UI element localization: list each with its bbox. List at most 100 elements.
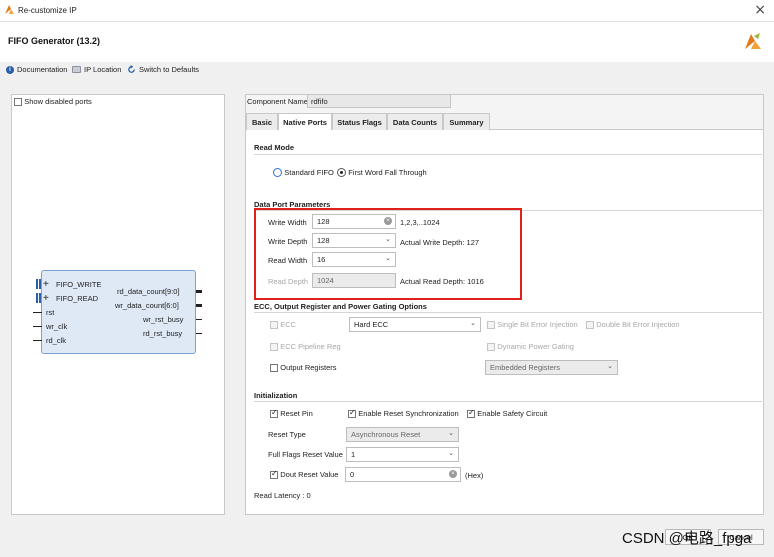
divider [254,154,762,155]
full-flags-select[interactable]: 1 ⌄ [346,447,459,462]
checkbox[interactable] [467,408,475,418]
standard-fifo-label: Standard FIFO [284,168,334,177]
documentation-label: Documentation [17,65,68,74]
annotation-highlight-box [254,208,522,300]
ecc-label: ECC [280,320,297,329]
watermark: CSDN @电路_fpga [622,530,752,547]
checkbox [487,320,495,329]
single-bit-label: Single Bit Error Injection [497,320,578,329]
fwft-radio[interactable]: First Word Fall Through [337,168,427,178]
close-icon[interactable]: × [754,2,766,18]
tab-native-ports[interactable]: Native Ports [278,113,332,131]
checkbox [270,342,278,351]
port-rd-clk[interactable]: rd_clk [46,336,66,345]
enable-safety-checkbox[interactable]: Enable Safety Circuit [467,408,548,418]
tab-status-flags[interactable]: Status Flags [332,113,387,130]
port-rst[interactable]: rst [46,308,54,317]
port-wr-clk[interactable]: wr_clk [46,322,67,331]
ecc-type-select[interactable]: Hard ECC ⌄ [349,317,481,332]
enable-reset-sync-label: Enable Reset Synchronization [358,409,459,418]
port-fifo-write[interactable]: FIFO_WRITE [56,280,101,289]
checkbox[interactable] [348,408,356,418]
chevron-down-icon: ⌄ [448,450,454,457]
enable-reset-sync-checkbox[interactable]: Enable Reset Synchronization [348,408,459,418]
port-rd-rst-busy[interactable]: rd_rst_busy [143,329,182,338]
pin-line [196,319,202,320]
double-bit-checkbox: Double Bit Error Injection [586,320,680,329]
pin-line [196,290,202,293]
dout-reset-checkbox[interactable]: Dout Reset Value [270,469,339,479]
show-disabled-ports-label: Show disabled ports [24,97,92,106]
dout-reset-label: Dout Reset Value [280,470,339,479]
expand-plus-icon[interactable]: + [43,279,49,290]
reset-type-label: Reset Type [268,430,306,439]
read-latency: Read Latency : 0 [254,491,311,500]
reset-pin-label: Reset Pin [280,409,313,418]
chevron-down-icon: ⌄ [607,363,613,370]
refresh-icon [128,65,135,73]
full-flags-label: Full Flags Reset Value [268,450,343,459]
output-registers-checkbox[interactable]: Output Registers [270,363,337,372]
reset-pin-checkbox[interactable]: Reset Pin [270,408,313,418]
component-name-label: Component Name [247,97,308,106]
switch-defaults-label: Switch to Defaults [139,65,200,74]
output-registers-label: Output Registers [280,363,337,372]
clear-icon[interactable]: × [449,470,457,478]
register-type-select: Embedded Registers ⌄ [485,360,618,375]
standard-fifo-radio[interactable]: Standard FIFO [273,168,334,178]
ecc-checkbox: ECC [270,320,296,329]
checkbox[interactable] [14,97,22,106]
tab-data-counts[interactable]: Data Counts [387,113,443,130]
vivado-logo-icon [745,33,761,49]
port-fifo-read[interactable]: FIFO_READ [56,294,98,303]
init-title: Initialization [254,391,298,400]
reset-type-select: Asynchronous Reset ⌄ [346,427,459,442]
dynamic-power-label: Dynamic Power Gating [497,342,574,351]
hex-label: (Hex) [465,471,484,480]
pin-line [196,333,202,334]
folder-icon [72,66,81,73]
fwft-label: First Word Fall Through [348,168,427,177]
app-logo-icon [5,5,14,14]
bus-marker [36,293,38,303]
radio-button[interactable] [337,168,346,178]
show-disabled-ports-checkbox[interactable]: Show disabled ports [14,97,92,106]
info-icon: i [6,65,14,74]
ecc-section-title: ECC, Output Register and Power Gating Op… [254,302,427,311]
tab-summary[interactable]: Summary [443,113,490,130]
dialog-header: FIFO Generator (13.2) [0,22,774,62]
pin-line [33,326,42,327]
documentation-button[interactable]: i Documentation [6,65,67,74]
port-rd-data-count[interactable]: rd_data_count[9:0] [117,287,180,296]
enable-safety-label: Enable Safety Circuit [477,409,548,418]
switch-defaults-button[interactable]: Switch to Defaults [127,65,199,74]
register-type-value: Embedded Registers [490,363,561,372]
port-wr-rst-busy[interactable]: wr_rst_busy [143,315,183,324]
expand-plus-icon[interactable]: + [43,293,49,304]
double-bit-label: Double Bit Error Injection [596,320,680,329]
read-mode-title: Read Mode [254,143,295,152]
tab-bar: Basic Native Ports Status Flags Data Cou… [246,113,763,131]
component-name-input[interactable]: rdfifo [307,94,451,108]
checkbox[interactable] [270,363,278,372]
toolbar: i Documentation IP Location Switch to De… [0,62,774,80]
full-flags-value: 1 [351,450,356,459]
title-bar: Re-customize IP × [0,0,774,22]
window-title: Re-customize IP [18,6,77,15]
dout-reset-input[interactable]: 0 × [345,467,461,482]
checkbox[interactable] [270,469,278,479]
tab-basic[interactable]: Basic [246,113,278,130]
ecc-pipeline-label: ECC Pipeline Reg [280,342,341,351]
pin-line [196,304,202,307]
bus-marker [36,279,38,289]
checkbox[interactable] [270,408,278,418]
reset-type-value: Asynchronous Reset [351,430,421,439]
ip-location-label: IP Location [84,65,122,74]
port-wr-data-count[interactable]: wr_data_count[6:0] [115,301,179,310]
radio-button[interactable] [273,168,282,178]
ip-location-button[interactable]: IP Location [72,65,121,74]
page-title: FIFO Generator (13.2) [8,36,101,46]
dynamic-power-checkbox: Dynamic Power Gating [487,342,574,351]
ecc-type-value: Hard ECC [354,320,389,329]
pin-line [33,312,42,313]
